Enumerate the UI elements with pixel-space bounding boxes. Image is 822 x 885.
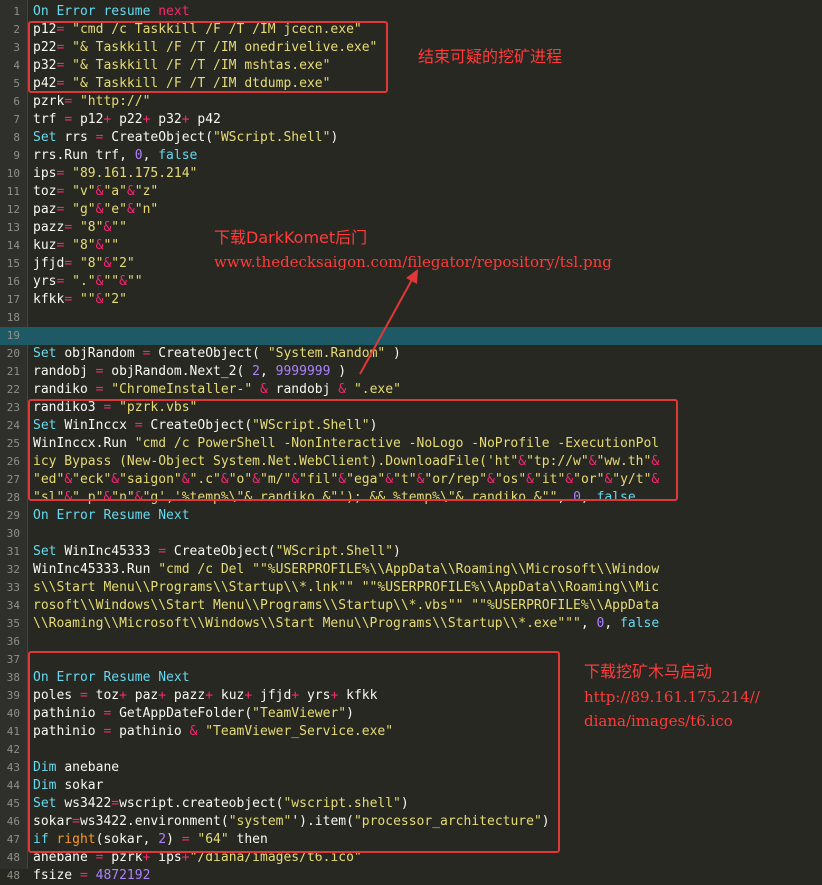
arrow-icon xyxy=(359,269,418,375)
line-number: 48 xyxy=(6,869,20,882)
code-text: fsize = 4872192 xyxy=(33,868,151,883)
code-line: 48 fsize = 4872192 xyxy=(0,867,822,885)
